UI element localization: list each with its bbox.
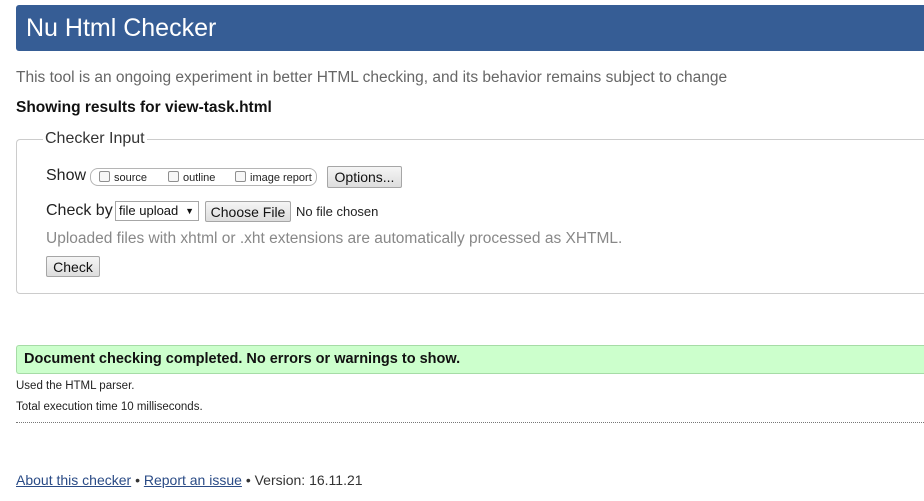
execution-time: Total execution time 10 milliseconds. <box>16 401 203 413</box>
check-button[interactable]: Check <box>46 256 100 277</box>
outline-checkbox[interactable] <box>168 171 179 182</box>
image-report-checkbox[interactable] <box>235 171 246 182</box>
image-report-checkbox-label: image report <box>250 172 312 184</box>
xhtml-hint: Uploaded files with xhtml or .xht extens… <box>46 230 623 247</box>
tagline: This tool is an ongoing experiment in be… <box>16 69 728 86</box>
success-message: Document checking completed. No errors o… <box>16 345 924 374</box>
page-header: Nu Html Checker <box>16 5 924 51</box>
source-checkbox-label: source <box>114 172 148 184</box>
check-by-label: Check by <box>46 202 113 219</box>
choose-file-button[interactable]: Choose File <box>205 201 291 222</box>
source-checkbox[interactable] <box>99 171 110 182</box>
results-heading: Showing results for view-task.html <box>16 99 272 116</box>
no-file-text: No file chosen <box>296 204 379 219</box>
checker-input-legend: Checker Input <box>43 130 147 148</box>
divider <box>16 422 924 423</box>
about-link[interactable]: About this checker <box>16 472 131 488</box>
footer-separator: • <box>135 472 140 488</box>
version-text: Version: 16.11.21 <box>254 472 363 488</box>
report-issue-link[interactable]: Report an issue <box>144 472 242 488</box>
footer-separator: • <box>245 472 251 488</box>
check-by-select[interactable]: file upload ▼ <box>115 201 199 221</box>
show-options-group: source outline image report <box>90 168 317 186</box>
dropdown-arrow-icon: ▼ <box>185 206 194 216</box>
options-button[interactable]: Options... <box>327 166 402 188</box>
show-label: Show <box>46 167 87 184</box>
footer: About this checker • Report an issue • V… <box>16 472 363 488</box>
outline-checkbox-label: outline <box>183 172 216 184</box>
page-title: Nu Html Checker <box>26 14 217 42</box>
parser-info: Used the HTML parser. <box>16 380 135 392</box>
check-by-value: file upload <box>119 203 179 218</box>
